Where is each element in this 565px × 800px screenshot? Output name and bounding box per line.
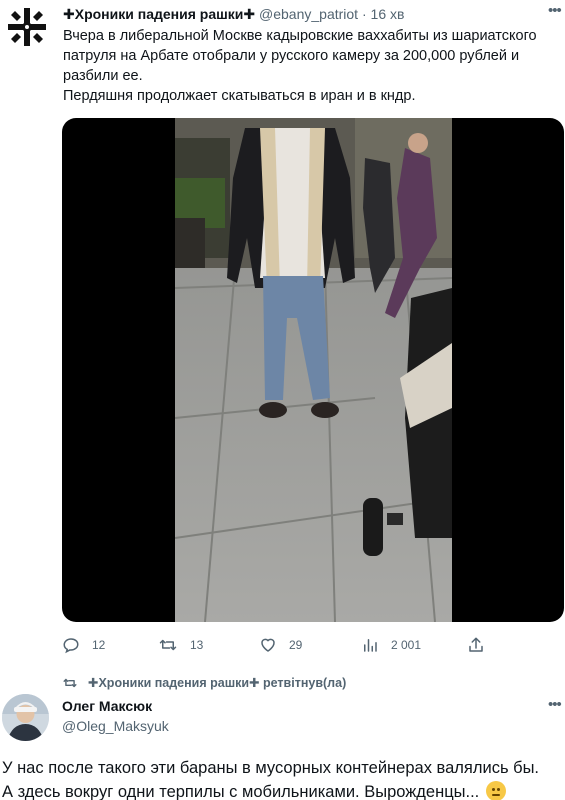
- retweet-button[interactable]: 13: [158, 636, 203, 654]
- tweet-text: Вчера в либеральной Москве кадыровские в…: [63, 26, 558, 106]
- reply-button[interactable]: 12: [62, 636, 105, 654]
- separator-dot: ·: [361, 6, 367, 22]
- tweet-header: ✚Хроники падения рашки✚ @ebany_patriot ·…: [63, 5, 404, 24]
- reply-author-name[interactable]: Олег Максюк: [62, 698, 152, 714]
- more-icon[interactable]: •••: [548, 3, 562, 18]
- retweet-count: 13: [190, 638, 204, 652]
- tweet-text-line: Вчера в либеральной Москве кадыровские в…: [63, 28, 537, 84]
- author-avatar[interactable]: [5, 5, 49, 49]
- reply-text-line-2: А здесь вокруг одни терпилы с мобильника…: [2, 780, 562, 800]
- like-button[interactable]: 29: [259, 636, 302, 654]
- reply-author-handle[interactable]: @Oleg_Maksyuk: [62, 718, 169, 734]
- retweet-label: ✚Хроники падения рашки✚ ретвітнув(ла): [88, 676, 347, 690]
- reply-text-line: А здесь вокруг одни терпилы с мобильника…: [2, 783, 480, 800]
- tweet-text-line: Пердяшня продолжает скатываться в иран и…: [63, 88, 416, 104]
- share-button[interactable]: [467, 636, 485, 654]
- tweet-time[interactable]: 16 хв: [371, 6, 405, 22]
- eye-roll-emoji-icon: [485, 781, 506, 800]
- reply-icon: [63, 638, 79, 654]
- retweet-icon: [159, 639, 177, 651]
- reply-text-line: У нас после такого эти бараны в мусорных…: [2, 759, 540, 777]
- more-icon[interactable]: •••: [548, 697, 562, 712]
- views-chart-icon: [364, 639, 377, 652]
- reply-count: 12: [92, 638, 106, 652]
- retweet-icon: [63, 678, 77, 687]
- reply-tweet[interactable]: Олег Максюк @Oleg_Maksyuk ••• У нас посл…: [0, 690, 565, 800]
- like-count: 29: [289, 638, 303, 652]
- reply-author-avatar[interactable]: [2, 694, 49, 741]
- video-thumbnail[interactable]: [175, 118, 452, 622]
- retweet-context[interactable]: ✚Хроники падения рашки✚ ретвітнув(ла): [62, 675, 346, 690]
- person-avatar-icon: [2, 694, 49, 741]
- tweet-actions: 12 13 29 2 001: [62, 636, 502, 656]
- author-name[interactable]: ✚Хроники падения рашки✚: [63, 6, 255, 22]
- author-handle[interactable]: @ebany_patriot: [259, 6, 358, 22]
- reply-text: У нас после такого эти бараны в мусорных…: [2, 756, 562, 800]
- video-media[interactable]: [62, 118, 564, 622]
- video-frame-image: [175, 118, 452, 622]
- tweet[interactable]: ✚Хроники падения рашки✚ @ebany_patriot ·…: [0, 0, 565, 662]
- cross-logo-icon: [5, 5, 49, 49]
- views-count: 2 001: [391, 638, 422, 652]
- views-button[interactable]: 2 001: [361, 636, 421, 654]
- share-icon: [469, 637, 483, 652]
- heart-icon: [261, 638, 275, 652]
